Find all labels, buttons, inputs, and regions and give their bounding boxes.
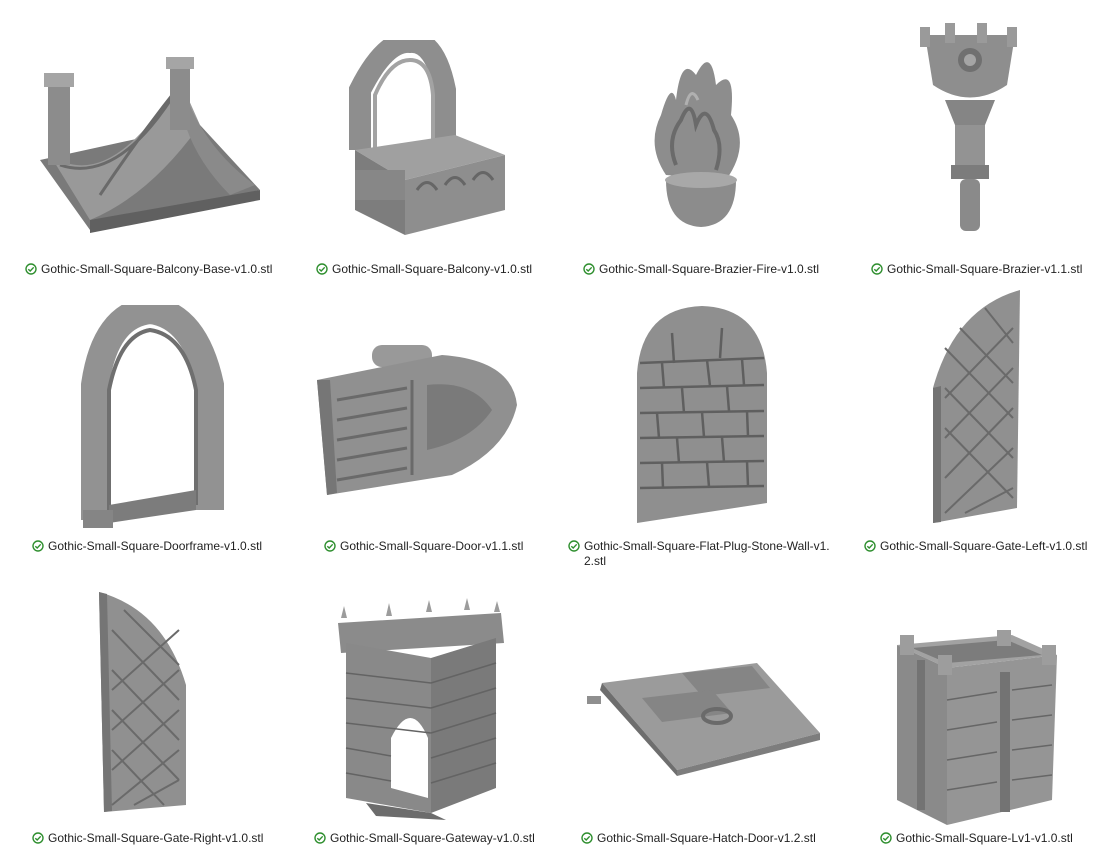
- synced-check-icon: [25, 263, 37, 275]
- file-name: Gothic-Small-Square-Doorframe-v1.0.stl: [48, 539, 263, 553]
- synced-check-icon: [32, 832, 44, 844]
- model-thumbnail-brazier[interactable]: [915, 15, 1025, 235]
- synced-check-icon: [324, 540, 336, 552]
- file-name: Gothic-Small-Square-Balcony-Base-v1.0.st…: [41, 262, 273, 276]
- synced-check-icon: [871, 263, 883, 275]
- model-thumbnail-flat-plug-stone-wall[interactable]: [632, 303, 772, 525]
- file-name: Gothic-Small-Square-Lv1-v1.0.stl: [896, 831, 1073, 845]
- model-thumbnail-gate-right[interactable]: [94, 590, 194, 815]
- file-name: Gothic-Small-Square-Gate-Left-v1.0.stl: [880, 539, 1088, 553]
- file-thumbnail-grid: Gothic-Small-Square-Balcony-Base-v1.0.st…: [0, 0, 1094, 846]
- file-name: Gothic-Small-Square-Brazier-v1.1.stl: [887, 262, 1083, 276]
- file-name: Gothic-Small-Square-Hatch-Door-v1.2.stl: [597, 831, 816, 845]
- synced-check-icon: [314, 832, 326, 844]
- model-thumbnail-balcony[interactable]: [345, 40, 515, 240]
- model-thumbnail-balcony-base[interactable]: [30, 45, 270, 240]
- model-thumbnail-gateway[interactable]: [336, 598, 506, 820]
- synced-check-icon: [568, 540, 580, 552]
- synced-check-icon: [316, 263, 328, 275]
- model-thumbnail-doorframe[interactable]: [75, 305, 225, 530]
- file-name: Gothic-Small-Square-Gate-Right-v1.0.stl: [48, 831, 264, 845]
- synced-check-icon: [880, 832, 892, 844]
- file-name: Gothic-Small-Square-Flat-Plug-Stone-Wall…: [584, 539, 830, 568]
- file-caption[interactable]: Gothic-Small-Square-Door-v1.1.stl: [324, 539, 523, 554]
- model-thumbnail-hatch-door[interactable]: [582, 658, 822, 776]
- file-caption[interactable]: Gothic-Small-Square-Brazier-v1.1.stl: [871, 262, 1082, 277]
- synced-check-icon: [581, 832, 593, 844]
- file-name: Gothic-Small-Square-Door-v1.1.stl: [340, 539, 524, 553]
- file-name: Gothic-Small-Square-Brazier-Fire-v1.0.st…: [599, 262, 820, 276]
- model-thumbnail-brazier-fire[interactable]: [636, 45, 756, 230]
- model-thumbnail-gate-left[interactable]: [925, 288, 1025, 528]
- file-caption[interactable]: Gothic-Small-Square-Gateway-v1.0.stl: [314, 831, 535, 846]
- file-caption[interactable]: Gothic-Small-Square-Gate-Left-v1.0.stl: [864, 539, 1087, 554]
- file-caption[interactable]: Gothic-Small-Square-Lv1-v1.0.stl: [880, 831, 1073, 846]
- synced-check-icon: [583, 263, 595, 275]
- model-thumbnail-lv1[interactable]: [892, 630, 1062, 825]
- file-caption[interactable]: Gothic-Small-Square-Flat-Plug-Stone-Wall…: [568, 539, 838, 569]
- synced-check-icon: [32, 540, 44, 552]
- file-caption[interactable]: Gothic-Small-Square-Balcony-v1.0.stl: [316, 262, 532, 277]
- file-caption[interactable]: Gothic-Small-Square-Doorframe-v1.0.stl: [32, 539, 262, 554]
- file-name: Gothic-Small-Square-Gateway-v1.0.stl: [330, 831, 535, 845]
- file-caption[interactable]: Gothic-Small-Square-Gate-Right-v1.0.stl: [32, 831, 263, 846]
- file-caption[interactable]: Gothic-Small-Square-Hatch-Door-v1.2.stl: [581, 831, 816, 846]
- model-thumbnail-door[interactable]: [312, 340, 522, 500]
- file-caption[interactable]: Gothic-Small-Square-Balcony-Base-v1.0.st…: [25, 262, 272, 277]
- file-name: Gothic-Small-Square-Balcony-v1.0.stl: [332, 262, 533, 276]
- synced-check-icon: [864, 540, 876, 552]
- file-caption[interactable]: Gothic-Small-Square-Brazier-Fire-v1.0.st…: [583, 262, 819, 277]
